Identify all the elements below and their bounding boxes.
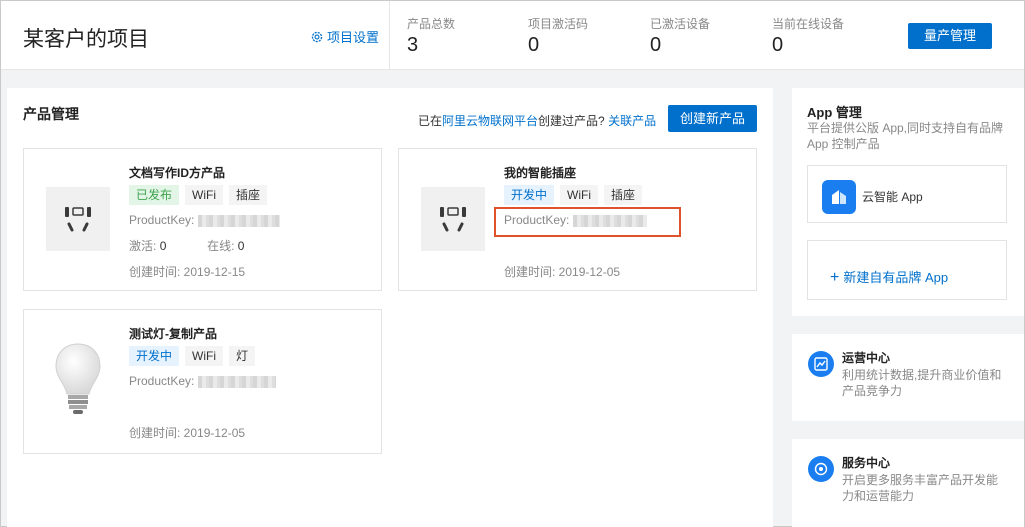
activate-label: 激活: bbox=[129, 239, 157, 253]
category-tag: 灯 bbox=[229, 346, 256, 366]
new-brand-app-item[interactable]: + 新建自有品牌 App bbox=[807, 240, 1007, 300]
online-label: 在线: bbox=[207, 239, 235, 253]
cloud-app-item[interactable]: 云智能 App bbox=[807, 165, 1007, 223]
cloud-app-icon bbox=[822, 180, 856, 214]
socket-icon bbox=[421, 187, 485, 251]
productkey-label: ProductKey: bbox=[129, 213, 195, 227]
cloud-app-name: 云智能 App bbox=[862, 190, 923, 204]
activate-value: 0 bbox=[159, 239, 167, 253]
stat-label: 已激活设备 bbox=[650, 17, 711, 31]
link-product-prompt: 已在阿里云物联网平台创建过产品? 关联产品 bbox=[418, 112, 656, 129]
service-center-desc: 开启更多服务丰富产品开发能力和运营能力 bbox=[842, 473, 999, 503]
productkey-masked bbox=[197, 375, 276, 388]
status-badge: 开发中 bbox=[504, 185, 555, 205]
project-settings-label: 项目设置 bbox=[327, 30, 380, 45]
prompt-suffix: 创建过产品? bbox=[538, 114, 605, 128]
productkey-row: ProductKey: bbox=[129, 374, 276, 388]
header-divider bbox=[389, 1, 390, 69]
productkey-row: ProductKey: bbox=[129, 213, 280, 227]
tag-list: 已发布 WiFi 插座 bbox=[129, 185, 268, 205]
create-product-button[interactable]: 创建新产品 bbox=[668, 105, 757, 132]
gear-icon bbox=[311, 31, 323, 42]
product-card[interactable]: 测试灯-复制产品 开发中 WiFi 灯 ProductKey: 创建时间: 20… bbox=[23, 309, 382, 454]
new-brand-app-button[interactable]: + 新建自有品牌 App bbox=[830, 267, 948, 287]
operations-center-desc: 利用统计数据,提升商业价值和产品竞争力 bbox=[842, 368, 1002, 398]
network-tag: WiFi bbox=[560, 185, 599, 205]
service-icon bbox=[808, 456, 834, 482]
lightbulb-icon bbox=[46, 340, 110, 420]
project-settings-link[interactable]: 项目设置 bbox=[310, 27, 379, 46]
socket-icon bbox=[46, 187, 110, 251]
relate-product-link[interactable]: 关联产品 bbox=[608, 114, 656, 128]
prompt-prefix: 已在 bbox=[418, 114, 443, 128]
service-center-card[interactable]: 服务中心 开启更多服务丰富产品开发能力和运营能力 bbox=[792, 439, 1024, 527]
product-name: 文档写作ID方产品 bbox=[129, 166, 226, 180]
plus-icon: + bbox=[830, 269, 840, 286]
product-name: 测试灯-复制产品 bbox=[129, 327, 217, 341]
created-time: 创建时间: 2019-12-05 bbox=[129, 426, 246, 440]
created-time: 创建时间: 2019-12-15 bbox=[129, 265, 246, 279]
productkey-label: ProductKey: bbox=[129, 374, 195, 388]
app-management-card: App 管理 平台提供公版 App,同时支持自有品牌 App 控制产品 云智能 … bbox=[792, 88, 1024, 316]
stat-online-devices: 当前在线设备 0 bbox=[772, 15, 844, 57]
operations-center-title: 运营中心 bbox=[842, 351, 891, 365]
status-badge: 开发中 bbox=[129, 346, 180, 366]
stat-label: 项目激活码 bbox=[528, 17, 589, 31]
tag-list: 开发中 WiFi 插座 bbox=[504, 185, 643, 205]
created-time: 创建时间: 2019-12-05 bbox=[504, 265, 621, 279]
network-tag: WiFi bbox=[185, 346, 224, 366]
stat-value: 0 bbox=[528, 34, 540, 56]
iot-platform-link[interactable]: 阿里云物联网平台 bbox=[442, 114, 538, 128]
operations-center-card[interactable]: 运营中心 利用统计数据,提升商业价值和产品竞争力 bbox=[792, 334, 1024, 421]
app-management-desc: 平台提供公版 App,同时支持自有品牌 App 控制产品 bbox=[807, 121, 1004, 151]
app-management-title: App 管理 bbox=[807, 105, 862, 120]
product-name: 我的智能插座 bbox=[504, 166, 577, 180]
productkey-highlight bbox=[494, 207, 681, 237]
product-card[interactable]: 我的智能插座 开发中 WiFi 插座 ProductKey: 创建时间: 201… bbox=[398, 148, 757, 291]
stat-value: 0 bbox=[772, 34, 784, 56]
stat-product-count: 产品总数 3 bbox=[407, 15, 455, 57]
product-card[interactable]: 文档写作ID方产品 已发布 WiFi 插座 ProductKey: 激活: 0 … bbox=[23, 148, 382, 291]
stat-value: 3 bbox=[407, 34, 419, 56]
stat-activated-devices: 已激活设备 0 bbox=[650, 15, 710, 57]
category-tag: 插座 bbox=[229, 185, 268, 205]
new-brand-label: 新建自有品牌 App bbox=[843, 270, 949, 285]
stat-activation-code: 项目激活码 0 bbox=[528, 15, 588, 57]
mass-production-button[interactable]: 量产管理 bbox=[908, 23, 992, 49]
stat-label: 当前在线设备 bbox=[772, 17, 845, 31]
panel-title: 产品管理 bbox=[23, 106, 79, 122]
stat-label: 产品总数 bbox=[407, 17, 456, 31]
product-management-panel: 产品管理 已在阿里云物联网平台创建过产品? 关联产品 创建新产品 文档写作ID方… bbox=[7, 88, 773, 527]
status-badge: 已发布 bbox=[129, 185, 180, 205]
project-title: 某客户的项目 bbox=[23, 28, 149, 51]
stat-value: 0 bbox=[650, 34, 662, 56]
network-tag: WiFi bbox=[185, 185, 224, 205]
tag-list: 开发中 WiFi 灯 bbox=[129, 346, 256, 366]
chart-icon bbox=[808, 351, 834, 377]
online-value: 0 bbox=[237, 239, 245, 253]
project-header: 某客户的项目 项目设置 产品总数 3 项目激活码 0 已激活设备 0 当前在线设… bbox=[1, 1, 1024, 70]
service-center-title: 服务中心 bbox=[842, 456, 891, 470]
productkey-masked bbox=[197, 214, 280, 227]
activation-row: 激活: 0 在线: 0 bbox=[129, 237, 244, 254]
category-tag: 插座 bbox=[604, 185, 643, 205]
